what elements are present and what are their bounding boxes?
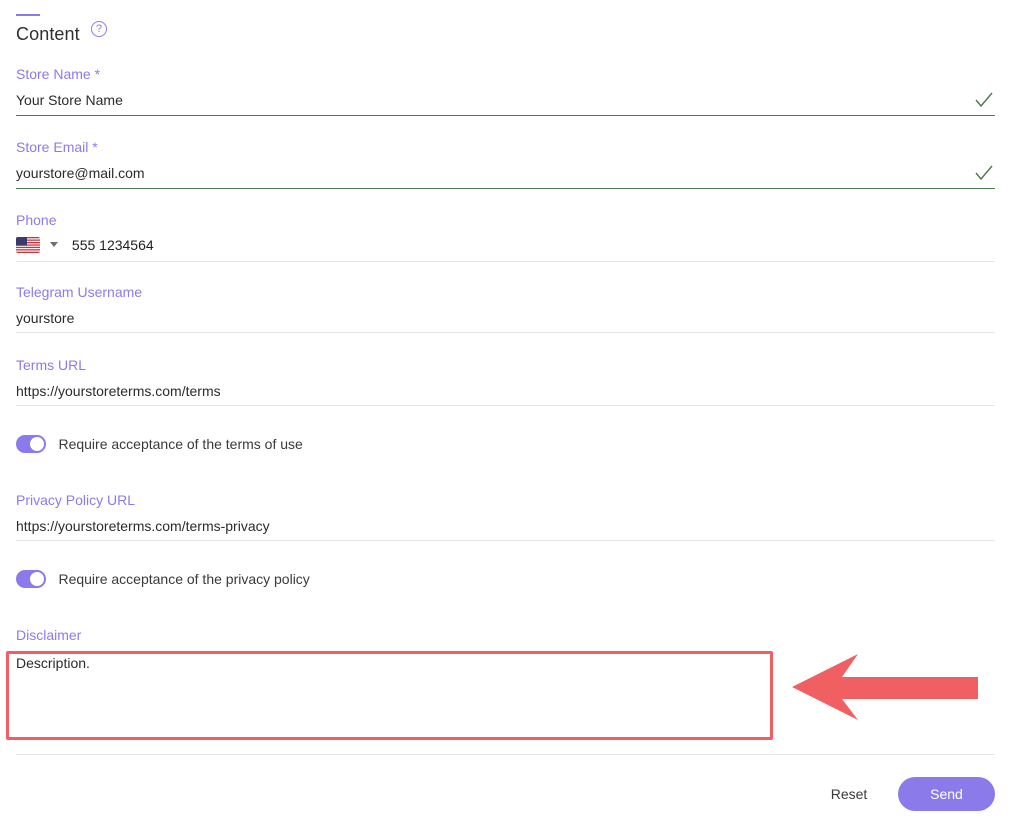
- arrow-left-icon: [792, 654, 978, 720]
- store-name-input[interactable]: Your Store Name: [16, 91, 995, 109]
- store-name-label: Store Name *: [16, 66, 101, 82]
- check-icon: [975, 92, 993, 108]
- privacy-toggle-row: Require acceptance of the privacy policy: [16, 570, 310, 590]
- privacy-url-label: Privacy Policy URL: [16, 492, 136, 508]
- form-divider: [16, 754, 995, 755]
- disclaimer-textarea[interactable]: Description.: [16, 655, 90, 671]
- store-email-field: Store Email * yourstore@mail.com: [16, 139, 995, 189]
- telegram-label: Telegram Username: [16, 284, 143, 300]
- check-icon: [975, 165, 993, 181]
- terms-url-field: Terms URL https://yourstoreterms.com/ter…: [16, 357, 995, 406]
- section-accent-bar: [16, 14, 40, 16]
- phone-label: Phone: [16, 212, 57, 228]
- privacy-url-input[interactable]: https://yourstoreterms.com/terms-privacy: [16, 517, 995, 535]
- phone-input-row: 555 1234564: [16, 236, 995, 256]
- store-email-underline: [16, 188, 995, 189]
- terms-toggle-label: Require acceptance of the terms of use: [58, 436, 303, 452]
- store-email-input[interactable]: yourstore@mail.com: [16, 164, 995, 182]
- disclaimer-label: Disclaimer: [16, 627, 82, 643]
- terms-url-underline: [16, 405, 995, 406]
- question-circle-icon[interactable]: ?: [91, 21, 107, 37]
- telegram-field: Telegram Username yourstore: [16, 284, 995, 333]
- terms-toggle[interactable]: [16, 435, 46, 453]
- terms-url-label: Terms URL: [16, 357, 87, 373]
- content-form: Content ? Store Name * Your Store Name S…: [0, 0, 1017, 819]
- phone-input[interactable]: 555 1234564: [72, 237, 154, 253]
- telegram-underline: [16, 332, 995, 333]
- telegram-input[interactable]: yourstore: [16, 309, 995, 327]
- country-selector[interactable]: [16, 236, 72, 253]
- disclaimer-field: Disclaimer: [16, 627, 995, 643]
- store-name-field: Store Name * Your Store Name: [16, 66, 995, 116]
- section-title: Content: [16, 24, 80, 44]
- phone-field: Phone 555 1234564: [16, 212, 995, 262]
- us-flag-icon: [16, 236, 40, 253]
- privacy-toggle[interactable]: [16, 570, 46, 588]
- terms-url-input[interactable]: https://yourstoreterms.com/terms: [16, 382, 995, 400]
- store-email-label: Store Email *: [16, 139, 98, 155]
- send-button[interactable]: Send: [898, 777, 995, 811]
- chevron-down-icon: [50, 242, 59, 248]
- privacy-url-underline: [16, 540, 995, 541]
- reset-button[interactable]: Reset: [818, 780, 880, 808]
- store-name-underline: [16, 115, 995, 116]
- privacy-url-field: Privacy Policy URL https://yourstoreterm…: [16, 492, 995, 541]
- terms-toggle-row: Require acceptance of the terms of use: [16, 435, 303, 455]
- privacy-toggle-label: Require acceptance of the privacy policy: [58, 571, 310, 587]
- phone-underline: [16, 261, 995, 262]
- disclaimer-highlight-box: [6, 651, 773, 740]
